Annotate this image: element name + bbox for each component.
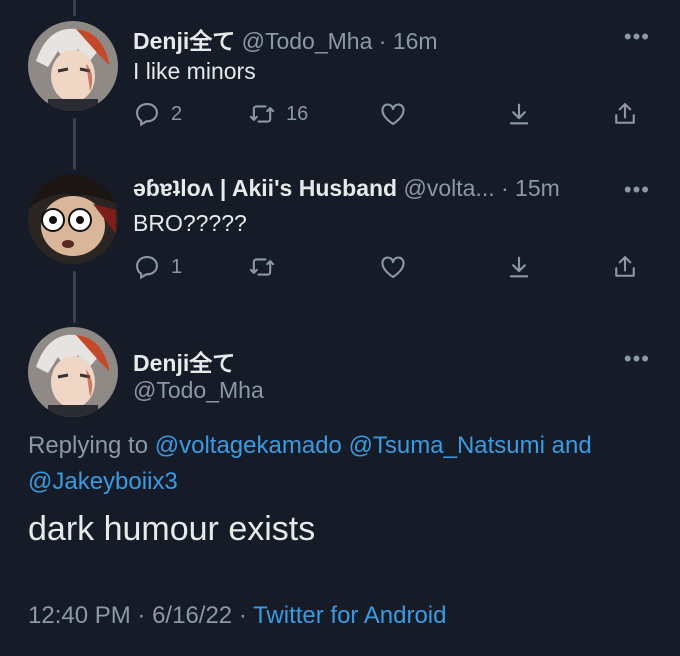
reply-icon [136, 103, 158, 127]
reply-icon [136, 256, 158, 280]
tweet-source[interactable]: Twitter for Android [253, 602, 446, 629]
meta-sep-2: · [238, 602, 247, 629]
tweet2-time[interactable]: · 15m [501, 175, 560, 201]
like-button[interactable] [379, 253, 407, 281]
thread-line-1 [73, 118, 76, 170]
share-icon [615, 103, 635, 124]
thread-line-top [73, 0, 76, 16]
tweet1-handle[interactable]: @Todo_Mha [242, 28, 373, 54]
avatar-denji-main[interactable] [28, 327, 118, 417]
tweet2-display-name[interactable]: ǝɓɐʇloʌ | Akii's Husband [133, 175, 397, 201]
main-tweet-text: dark humour exists [28, 510, 316, 548]
reply-button[interactable]: 1 [133, 253, 182, 281]
tweet1-actions: 2 16 [133, 100, 650, 134]
tweet1-more-icon[interactable]: ••• [624, 24, 650, 50]
like-button[interactable] [379, 100, 407, 128]
download-button[interactable] [505, 100, 533, 128]
share-button[interactable] [611, 100, 639, 128]
tweet1-display-name[interactable]: Denji全て [133, 28, 235, 54]
tweet-time[interactable]: 12:40 PM [28, 602, 131, 629]
share-icon [615, 256, 635, 277]
thread-line-2 [73, 271, 76, 323]
download-icon [509, 103, 529, 125]
retweet-button[interactable] [248, 253, 276, 281]
download-button[interactable] [505, 253, 533, 281]
tweet2-more-icon[interactable]: ••• [624, 177, 650, 203]
tweet2-text: BRO????? [133, 210, 247, 236]
avatar-denji[interactable] [28, 21, 118, 111]
avatar-akii[interactable] [28, 174, 118, 264]
tweet2-handle[interactable]: @volta... [404, 175, 495, 201]
tweet-date[interactable]: 6/16/22 [152, 602, 232, 629]
main-display-name[interactable]: Denji全て [133, 350, 235, 376]
retweet-count: 16 [286, 102, 309, 125]
retweet-button[interactable]: 16 [248, 100, 308, 128]
reply-count: 2 [171, 102, 183, 125]
mention-voltagekamado[interactable]: @voltagekamado [155, 432, 342, 459]
heart-icon [381, 103, 405, 125]
replying-prefix: Replying to [28, 432, 149, 459]
tweet-meta: 12:40 PM · 6/16/22 · Twitter for Android [28, 602, 446, 630]
tweet2-header: ǝɓɐʇloʌ | Akii's Husband @volta... · 15m [133, 175, 560, 202]
heart-icon [381, 256, 405, 278]
mention-tsuma-natsumi[interactable]: @Tsuma_Natsumi [349, 432, 545, 459]
replying-to: Replying to @voltagekamado @Tsuma_Natsum… [28, 428, 658, 500]
meta-sep-1: · [137, 602, 146, 629]
retweet-icon [249, 258, 275, 276]
tweet1-text: I like minors [133, 58, 256, 84]
tweet1-time[interactable]: · 16m [379, 28, 438, 54]
tweet2-actions: 1 [133, 253, 650, 287]
main-more-icon[interactable]: ••• [624, 346, 650, 372]
reply-count: 1 [171, 255, 183, 278]
download-icon [509, 256, 529, 278]
main-display-name-row: Denji全て [133, 344, 235, 378]
mention-jakeyboiix3[interactable]: @Jakeyboiix3 [28, 468, 178, 495]
retweet-icon [249, 105, 275, 123]
reply-button[interactable]: 2 [133, 100, 182, 128]
share-button[interactable] [611, 253, 639, 281]
main-handle[interactable]: @Todo_Mha [133, 377, 264, 404]
reply-and[interactable]: and [552, 432, 592, 459]
tweet1-header: Denji全て @Todo_Mha · 16m [133, 22, 438, 56]
